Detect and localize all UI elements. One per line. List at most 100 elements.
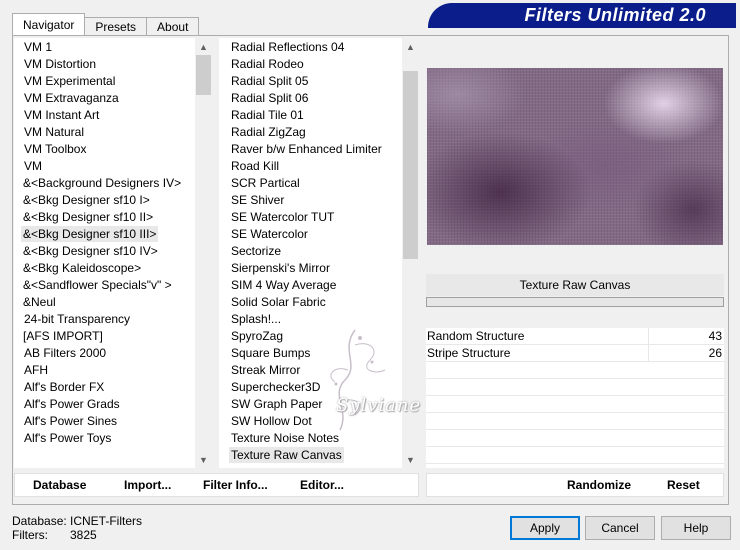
param-value[interactable]: 26 <box>709 345 722 362</box>
apply-button[interactable]: Apply <box>510 516 580 540</box>
category-label: &<Bkg Kaleidoscope> <box>23 261 142 275</box>
filter-item[interactable]: Radial Tile 01 <box>219 107 403 124</box>
filter-item[interactable]: SE Watercolor TUT <box>219 209 403 226</box>
category-item[interactable]: VM <box>14 158 196 175</box>
category-label: &<Bkg Designer sf10 II> <box>23 210 154 224</box>
filter-item[interactable]: Raver b/w Enhanced Limiter <box>219 141 403 158</box>
category-item[interactable]: &<Bkg Kaleidoscope> <box>14 260 196 277</box>
filter-label: Texture Raw Canvas <box>229 447 344 463</box>
filter-item[interactable]: Superchecker3D <box>219 379 403 396</box>
scroll-thumb[interactable] <box>403 71 418 259</box>
filter-label: Radial ZigZag <box>231 125 306 139</box>
category-label: AB Filters 2000 <box>24 346 107 360</box>
filter-item[interactable]: Road Kill <box>219 158 403 175</box>
category-item[interactable]: AFH <box>14 362 196 379</box>
category-item[interactable]: &<Background Designers IV> <box>14 175 196 192</box>
param-row[interactable]: Random Structure 43 <box>426 328 724 345</box>
category-item[interactable]: VM Extravaganza <box>14 90 196 107</box>
category-item[interactable]: &<Bkg Designer sf10 II> <box>14 209 196 226</box>
database-button[interactable]: Database <box>33 474 86 496</box>
scroll-up-icon[interactable]: ▲ <box>402 38 419 55</box>
category-item[interactable]: Alf's Border FX <box>14 379 196 396</box>
filter-label: SW Hollow Dot <box>231 414 312 428</box>
filter-item[interactable]: Radial Split 05 <box>219 73 403 90</box>
filter-item[interactable]: Radial ZigZag <box>219 124 403 141</box>
category-label: [AFS IMPORT] <box>23 329 103 343</box>
scroll-up-icon[interactable]: ▲ <box>195 38 212 55</box>
scroll-down-icon[interactable]: ▼ <box>402 451 419 468</box>
category-item[interactable]: Alf's Power Sines <box>14 413 196 430</box>
randomize-button[interactable]: Randomize <box>567 474 631 496</box>
param-value[interactable]: 43 <box>709 328 722 345</box>
category-item[interactable]: &<Bkg Designer sf10 I> <box>14 192 196 209</box>
filter-item[interactable]: SE Watercolor <box>219 226 403 243</box>
filter-label: Raver b/w Enhanced Limiter <box>231 142 382 156</box>
scroll-down-icon[interactable]: ▼ <box>195 451 212 468</box>
category-item[interactable]: &<Bkg Designer sf10 IV> <box>14 243 196 260</box>
category-item[interactable]: Alf's Power Toys <box>14 430 196 447</box>
category-item[interactable]: Alf's Power Grads <box>14 396 196 413</box>
title-banner: Filters Unlimited 2.0 <box>428 3 736 28</box>
filter-item[interactable]: Streak Mirror <box>219 362 403 379</box>
tab-navigator[interactable]: Navigator <box>12 13 86 35</box>
category-item[interactable]: VM Toolbox <box>14 141 196 158</box>
filter-item[interactable]: SIM 4 Way Average <box>219 277 403 294</box>
filter-item[interactable]: Sierpenski's Mirror <box>219 260 403 277</box>
filter-label: Streak Mirror <box>231 363 301 377</box>
param-name: Stripe Structure <box>427 346 511 360</box>
category-label: &<Bkg Designer sf10 I> <box>23 193 150 207</box>
import-button[interactable]: Import... <box>124 474 171 496</box>
filter-label: Radial Split 05 <box>231 74 309 88</box>
filter-item[interactable]: Splash!... <box>219 311 403 328</box>
filter-item[interactable]: Texture Noise Notes <box>219 430 403 447</box>
category-label: VM Extravaganza <box>24 91 119 105</box>
filter-item[interactable]: Radial Rodeo <box>219 56 403 73</box>
filter-label: SE Shiver <box>231 193 285 207</box>
category-item[interactable]: &Neul <box>14 294 196 311</box>
category-item[interactable]: VM Natural <box>14 124 196 141</box>
filter-item[interactable]: Radial Reflections 04 <box>219 39 403 56</box>
category-item[interactable]: [AFS IMPORT] <box>14 328 196 345</box>
filter-item[interactable]: Sectorize <box>219 243 403 260</box>
watermark-text: Sylviane <box>336 395 422 416</box>
category-label: Alf's Power Toys <box>24 431 112 445</box>
category-item[interactable]: VM Distortion <box>14 56 196 73</box>
category-label: 24-bit Transparency <box>24 312 131 326</box>
filter-label: SE Watercolor <box>231 227 308 241</box>
list-toolbar: Database Import... Filter Info... Editor… <box>14 473 419 497</box>
tab-presets[interactable]: Presets <box>84 17 148 35</box>
help-button[interactable]: Help <box>661 516 731 540</box>
tab-about[interactable]: About <box>146 17 200 35</box>
category-item[interactable]: VM Experimental <box>14 73 196 90</box>
category-list[interactable]: VM 1 VM Distortion VM Experimental VM Extra… <box>14 38 212 468</box>
filter-item[interactable]: SpyroZag <box>219 328 403 345</box>
editor-button[interactable]: Editor... <box>300 474 344 496</box>
param-row[interactable]: Stripe Structure 26 <box>426 345 724 362</box>
empty-param-row <box>426 396 724 413</box>
filter-item[interactable]: Solid Solar Fabric <box>219 294 403 311</box>
category-label: VM 1 <box>24 40 53 54</box>
category-scrollbar[interactable]: ▲ ▼ <box>195 38 212 468</box>
reset-button[interactable]: Reset <box>667 474 700 496</box>
category-item[interactable]: AB Filters 2000 <box>14 345 196 362</box>
category-item[interactable]: VM Instant Art <box>14 107 196 124</box>
empty-param-row <box>426 413 724 430</box>
cancel-button[interactable]: Cancel <box>585 516 655 540</box>
category-item[interactable]: 24-bit Transparency <box>14 311 196 328</box>
scroll-thumb[interactable] <box>196 55 211 95</box>
parameter-list: Random Structure 43 Stripe Structure 26 <box>426 328 724 468</box>
filter-info-button[interactable]: Filter Info... <box>203 474 268 496</box>
database-label: Database: <box>12 514 67 528</box>
filter-item[interactable]: Radial Split 06 <box>219 90 403 107</box>
category-item[interactable]: &<Bkg Designer sf10 III> <box>14 226 196 243</box>
filter-label: Sectorize <box>231 244 282 258</box>
param-name: Random Structure <box>427 329 525 343</box>
param-separator <box>648 328 649 344</box>
category-label: &<Background Designers IV> <box>23 176 182 190</box>
category-item[interactable]: &<Sandflower Specials"v" > <box>14 277 196 294</box>
filter-item[interactable]: Square Bumps <box>219 345 403 362</box>
filter-item[interactable]: SCR Partical <box>219 175 403 192</box>
filter-item[interactable]: SE Shiver <box>219 192 403 209</box>
filter-item[interactable]: Texture Raw Canvas <box>219 447 403 464</box>
category-item[interactable]: VM 1 <box>14 39 196 56</box>
